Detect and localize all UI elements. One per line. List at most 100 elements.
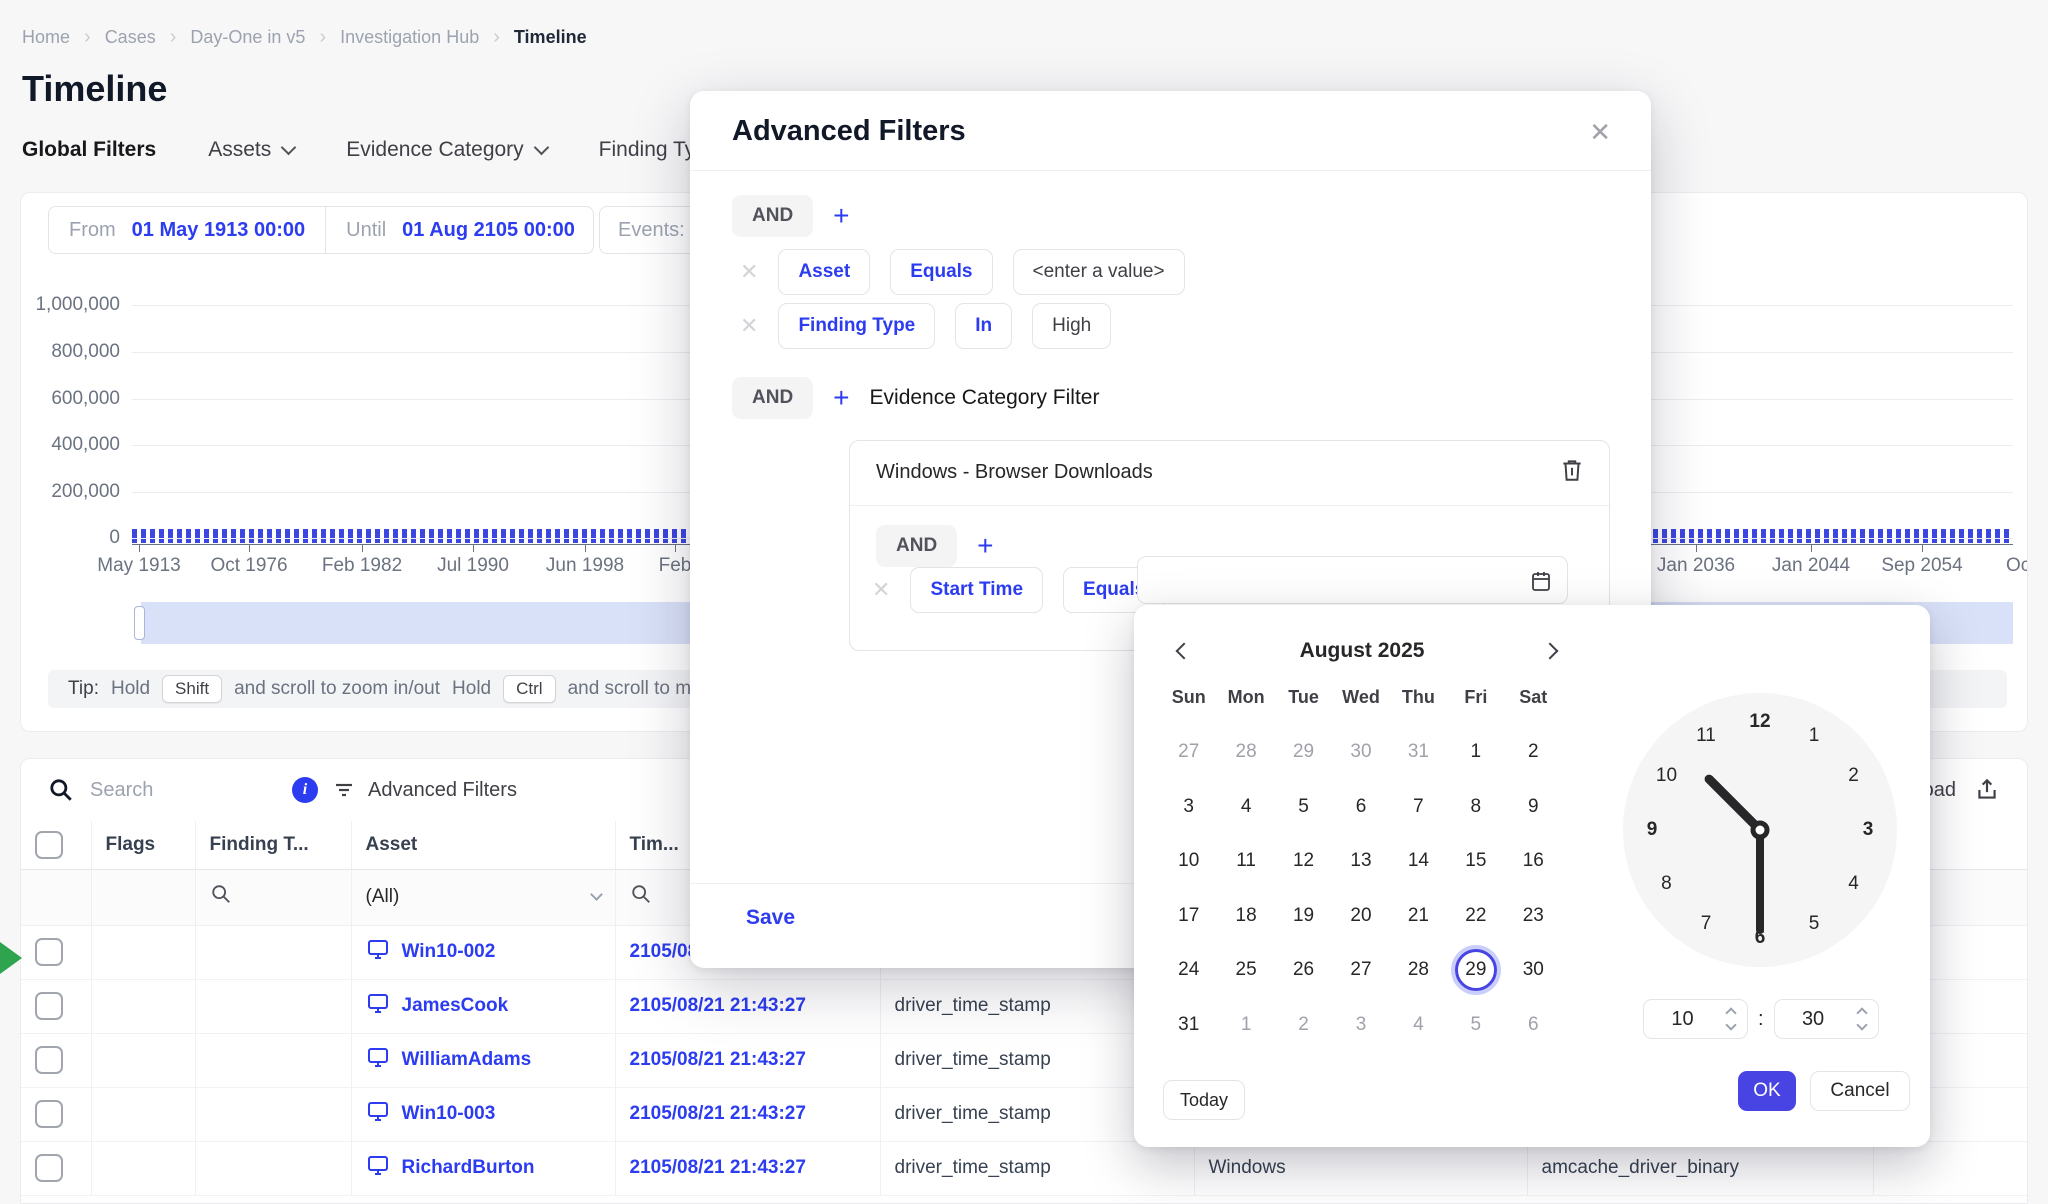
trash-icon[interactable] <box>1559 457 1585 488</box>
calendar-day[interactable]: 17 <box>1168 895 1210 937</box>
asset-link[interactable]: JamesCook <box>366 991 601 1021</box>
asset-link[interactable]: Win10-003 <box>366 1099 601 1129</box>
and-operator-chip[interactable]: AND <box>732 195 813 237</box>
timestamp-link[interactable]: 2105/08/21 21:43:27 <box>630 995 806 1016</box>
ok-button[interactable]: OK <box>1738 1071 1796 1111</box>
calendar-day[interactable]: 26 <box>1283 949 1325 991</box>
calendar-day[interactable]: 13 <box>1340 840 1382 882</box>
calendar-day-selected[interactable]: 29 <box>1455 949 1497 991</box>
calendar-day[interactable]: 24 <box>1168 949 1210 991</box>
calendar-day[interactable]: 8 <box>1455 786 1497 828</box>
today-button[interactable]: Today <box>1163 1080 1245 1120</box>
calendar-day[interactable]: 6 <box>1512 1004 1554 1046</box>
field-chip[interactable]: Start Time <box>910 567 1043 613</box>
operator-chip[interactable]: Equals <box>890 249 992 295</box>
prev-month-icon[interactable] <box>1172 639 1198 665</box>
value-chip[interactable]: <enter a value> <box>1013 249 1185 295</box>
info-icon[interactable]: i <box>292 777 318 803</box>
hour-step-up-icon[interactable] <box>1725 1007 1736 1018</box>
calendar-day[interactable]: 16 <box>1512 840 1554 882</box>
add-group-icon[interactable]: + <box>833 384 849 412</box>
calendar-day[interactable]: 23 <box>1512 895 1554 937</box>
calendar-day[interactable]: 31 <box>1168 1004 1210 1046</box>
start-time-value-input[interactable] <box>1137 556 1568 604</box>
until-value[interactable]: 01 Aug 2105 00:00 <box>402 219 575 242</box>
calendar-day[interactable]: 4 <box>1225 786 1267 828</box>
export-icon[interactable] <box>1974 777 2000 803</box>
breadcrumb-item[interactable]: Home <box>22 27 70 48</box>
breadcrumb-item[interactable]: Investigation Hub <box>340 27 479 48</box>
timestamp-link[interactable]: 2105/08/21 21:43:27 <box>630 1049 806 1070</box>
hour-value[interactable]: 10 <box>1644 1008 1721 1031</box>
calendar-day[interactable]: 19 <box>1283 895 1325 937</box>
table-row[interactable]: RichardBurton2105/08/21 21:43:27driver_t… <box>21 1141 2028 1195</box>
calendar-day[interactable]: 5 <box>1455 1004 1497 1046</box>
asset-link[interactable]: WilliamAdams <box>366 1045 601 1075</box>
minute-step-up-icon[interactable] <box>1856 1007 1867 1018</box>
calendar-day[interactable]: 18 <box>1225 895 1267 937</box>
minute-step-down-icon[interactable] <box>1856 1019 1867 1030</box>
until-date-field[interactable]: Until 01 Aug 2105 00:00 <box>325 207 595 253</box>
from-date-field[interactable]: From 01 May 1913 00:00 <box>49 207 325 253</box>
calendar-day[interactable]: 3 <box>1168 786 1210 828</box>
next-month-icon[interactable] <box>1538 639 1564 665</box>
calendar-day[interactable]: 1 <box>1455 731 1497 773</box>
calendar-day[interactable]: 27 <box>1168 731 1210 773</box>
calendar-day[interactable]: 28 <box>1397 949 1439 991</box>
card-and-chip[interactable]: AND <box>876 525 957 567</box>
minute-value[interactable]: 30 <box>1775 1008 1852 1031</box>
calendar-day[interactable]: 25 <box>1225 949 1267 991</box>
row-checkbox[interactable] <box>35 992 63 1020</box>
calendar-icon[interactable] <box>1529 569 1553 593</box>
remove-condition-icon[interactable]: ✕ <box>872 577 890 603</box>
calendar-day[interactable]: 2 <box>1283 1004 1325 1046</box>
asset-filter-select[interactable]: (All) <box>351 869 615 925</box>
breadcrumb-item[interactable]: Cases <box>105 27 156 48</box>
calendar-day[interactable]: 30 <box>1340 731 1382 773</box>
calendar-day[interactable]: 4 <box>1397 1004 1439 1046</box>
finding-type-filter-search[interactable] <box>195 869 351 925</box>
field-chip[interactable]: Asset <box>778 249 870 295</box>
calendar-day[interactable]: 14 <box>1397 840 1439 882</box>
calendar-day[interactable]: 27 <box>1340 949 1382 991</box>
timestamp-link[interactable]: 2105/08/21 21:43:27 <box>630 1103 806 1124</box>
asset-link[interactable]: Win10-002 <box>366 937 601 967</box>
calendar-day[interactable]: 30 <box>1512 949 1554 991</box>
calendar-day[interactable]: 10 <box>1168 840 1210 882</box>
range-selector-handle[interactable] <box>134 606 145 640</box>
global-filter-evidence-category[interactable]: Evidence Category <box>346 138 546 162</box>
card-add-icon[interactable]: + <box>977 532 993 560</box>
calendar-day[interactable]: 5 <box>1283 786 1325 828</box>
calendar-day[interactable]: 9 <box>1512 786 1554 828</box>
calendar-day[interactable]: 15 <box>1455 840 1497 882</box>
asset-link[interactable]: RichardBurton <box>366 1153 601 1183</box>
calendar-day[interactable]: 12 <box>1283 840 1325 882</box>
close-icon[interactable]: ✕ <box>1589 117 1611 148</box>
row-checkbox[interactable] <box>35 938 63 966</box>
analog-clock[interactable]: 121234567891011 <box>1623 693 1897 967</box>
calendar-day[interactable]: 28 <box>1225 731 1267 773</box>
row-checkbox[interactable] <box>35 1100 63 1128</box>
select-all-checkbox[interactable] <box>35 831 63 859</box>
remove-condition-icon[interactable]: ✕ <box>740 259 758 285</box>
operator-chip[interactable]: In <box>955 303 1012 349</box>
hour-step-down-icon[interactable] <box>1725 1019 1736 1030</box>
calendar-day[interactable]: 20 <box>1340 895 1382 937</box>
calendar-day[interactable]: 2 <box>1512 731 1554 773</box>
add-condition-icon[interactable]: + <box>833 202 849 230</box>
remove-condition-icon[interactable]: ✕ <box>740 313 758 339</box>
group-and-chip[interactable]: AND <box>732 377 813 419</box>
calendar-day[interactable]: 3 <box>1340 1004 1382 1046</box>
from-value[interactable]: 01 May 1913 00:00 <box>132 219 305 242</box>
row-checkbox[interactable] <box>35 1154 63 1182</box>
breadcrumb-item[interactable]: Day-One in v5 <box>190 27 305 48</box>
calendar-day[interactable]: 29 <box>1283 731 1325 773</box>
calendar-day[interactable]: 7 <box>1397 786 1439 828</box>
field-chip[interactable]: Finding Type <box>778 303 935 349</box>
calendar-day[interactable]: 31 <box>1397 731 1439 773</box>
calendar-day[interactable]: 6 <box>1340 786 1382 828</box>
row-checkbox[interactable] <box>35 1046 63 1074</box>
save-button[interactable]: Save <box>746 906 795 930</box>
calendar-day[interactable]: 1 <box>1225 1004 1267 1046</box>
calendar-day[interactable]: 21 <box>1397 895 1439 937</box>
